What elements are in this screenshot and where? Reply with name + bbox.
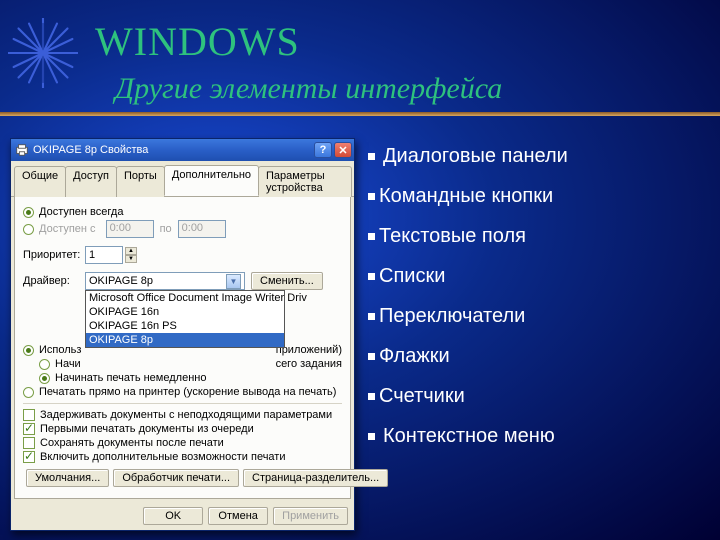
tab-strip: Общие Доступ Порты Дополнительно Парамет… [11,161,354,197]
cancel-button[interactable]: Отмена [208,507,268,525]
label-hold: Задерживать документы с неподходящими па… [40,409,332,421]
bullet-item: Диалоговые панели [368,145,568,168]
label-available-always: Доступен всегда [39,206,123,218]
dialog-button-row: OK Отмена Применить [11,502,354,530]
label-po: по [160,223,172,235]
divider [23,403,342,404]
tab-access[interactable]: Доступ [65,166,117,197]
titlebar[interactable]: OKIPAGE 8p Свойства ? ✕ [11,139,354,161]
bullet-item: Командные кнопки [368,185,568,208]
radio-print-direct[interactable] [23,387,34,398]
time-to[interactable]: 0:00 [178,220,226,238]
print-processor-button[interactable]: Обработчик печати... [113,469,239,487]
priority-value: 1 [89,249,95,261]
title-underline [0,112,720,116]
properties-dialog: OKIPAGE 8p Свойства ? ✕ Общие Доступ Пор… [10,138,355,531]
separator-page-button[interactable]: Страница-разделитель... [243,469,388,487]
priority-spinner[interactable]: 1 [85,246,123,264]
bullet-item: Текстовые поля [368,225,568,248]
check-extra[interactable] [23,451,35,463]
check-keep[interactable] [23,437,35,449]
label-driver: Драйвер: [23,275,85,287]
bullet-item: Контекстное меню [368,425,568,448]
radio-start-now[interactable] [39,373,50,384]
label-available-from: Доступен с [39,223,96,235]
driver-combo[interactable]: OKIPAGE 8p ▼ Microsoft Office Document I… [85,272,245,290]
label-start-after: Начи [55,358,81,370]
tab-ports[interactable]: Порты [116,166,165,197]
dialog-title: OKIPAGE 8p Свойства [33,144,314,156]
spin-up[interactable]: ▲ [125,247,137,255]
change-button[interactable]: Сменить... [251,272,323,290]
label-firstq: Первыми печатать документы из очереди [40,423,254,435]
apply-button[interactable]: Применить [273,507,348,525]
time-from[interactable]: 0:00 [106,220,154,238]
check-firstq[interactable] [23,423,35,435]
printer-icon [15,143,29,157]
label-print-direct: Печатать прямо на принтер (ускорение выв… [39,386,336,398]
close-button[interactable]: ✕ [334,142,352,158]
bullet-item: Списки [368,265,568,288]
radio-available-always[interactable] [23,207,34,218]
tab-panel: Доступен всегда Доступен с 0:00 по 0:00 … [14,197,351,499]
label-spool-use: Использ [39,344,81,356]
star-decoration [8,18,78,88]
driver-option[interactable]: OKIPAGE 16n PS [86,319,284,333]
label-extra: Включить дополнительные возможности печа… [40,451,285,463]
tab-general[interactable]: Общие [14,166,66,197]
bullet-list: Диалоговые панели Командные кнопки Текст… [368,145,568,465]
slide-subtitle: Другие элементы интерфейса [115,72,502,106]
radio-available-from[interactable] [23,224,34,235]
tab-device[interactable]: Параметры устройства [258,166,352,197]
driver-dropdown: Microsoft Office Document Image Writer D… [85,290,285,348]
slide-title: WINDOWS [95,18,300,65]
spin-down[interactable]: ▼ [125,255,137,263]
chevron-down-icon[interactable]: ▼ [226,274,241,289]
driver-option[interactable]: OKIPAGE 8p [86,333,284,347]
bullet-item: Переключатели [368,305,568,328]
label-start-after-suffix: сего задания [276,358,342,370]
bullet-item: Счетчики [368,385,568,408]
help-button[interactable]: ? [314,142,332,158]
label-priority: Приоритет: [23,249,85,261]
label-spool-suffix: приложений) [276,344,342,356]
bullet-item: Флажки [368,345,568,368]
label-keep: Сохранять документы после печати [40,437,224,449]
driver-value: OKIPAGE 8p [89,275,153,287]
check-hold[interactable] [23,409,35,421]
ok-button[interactable]: OK [143,507,203,525]
defaults-button[interactable]: Умолчания... [26,469,109,487]
radio-spool[interactable] [23,345,34,356]
label-start-now: Начинать печать немедленно [55,372,206,384]
driver-option[interactable]: Microsoft Office Document Image Writer D… [86,291,284,305]
driver-option[interactable]: OKIPAGE 16n [86,305,284,319]
radio-start-after[interactable] [39,359,50,370]
tab-advanced[interactable]: Дополнительно [164,165,259,196]
